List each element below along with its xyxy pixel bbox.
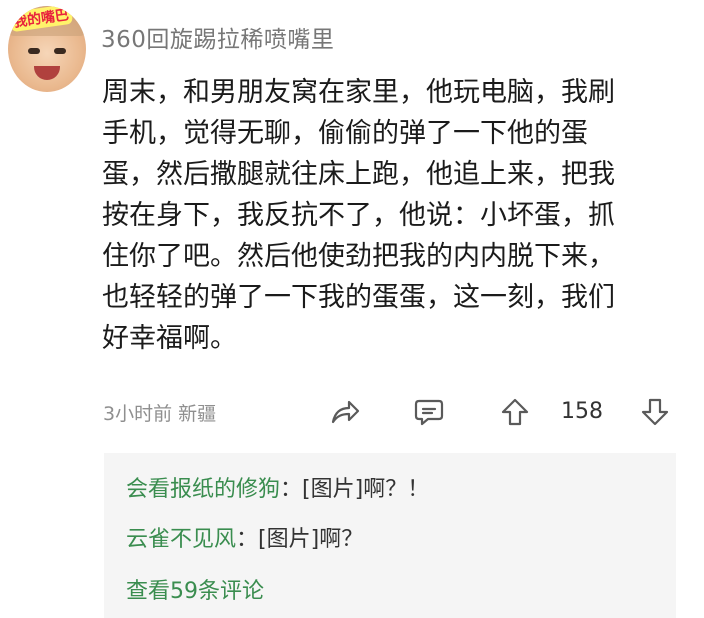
comment-separator: ： bbox=[280, 477, 303, 502]
post-line: 也轻轻的弹了一下我的蛋蛋，这一刻，我们 bbox=[102, 282, 615, 313]
post-line: 周末，和男朋友窝在家里，他玩电脑，我刷 bbox=[102, 77, 615, 108]
username[interactable]: 360回旋踢拉稀喷嘴里 bbox=[101, 20, 334, 54]
comment-author[interactable]: 会看报纸的修狗 bbox=[126, 477, 280, 502]
avatar-eye-left bbox=[28, 48, 40, 54]
downvote-button[interactable] bbox=[635, 393, 675, 431]
comment-separator: ： bbox=[236, 527, 259, 552]
post-action-bar: 3小时前 新疆 158 bbox=[103, 393, 673, 431]
comment-button[interactable] bbox=[409, 393, 449, 431]
arrow-up-icon bbox=[501, 398, 529, 426]
post-line: 住你了吧。然后他使劲把我的内内脱下来， bbox=[102, 241, 615, 272]
avatar-mouth bbox=[34, 66, 60, 80]
vote-count: 158 bbox=[561, 399, 603, 424]
comment-item[interactable]: 会看报纸的修狗：[图片]啊？！ bbox=[126, 471, 429, 503]
post-line: 手机，觉得无聊，偷偷的弹了一下他的蛋 bbox=[102, 118, 588, 149]
comment-text: [图片]啊？ bbox=[258, 527, 364, 552]
comment-author[interactable]: 云雀不见风 bbox=[126, 527, 236, 552]
post-line: 蛋，然后撒腿就往床上跑，他追上来，把我 bbox=[102, 159, 615, 190]
view-all-comments-link[interactable]: 查看59条评论 bbox=[126, 573, 264, 605]
comments-preview: 会看报纸的修狗：[图片]啊？！ 云雀不见风：[图片]啊？ 查看59条评论 bbox=[104, 453, 676, 618]
post-location: 新疆 bbox=[178, 403, 217, 425]
comment-bubble-icon bbox=[414, 399, 444, 426]
upvote-button[interactable] bbox=[495, 393, 535, 431]
share-button[interactable] bbox=[325, 393, 365, 431]
comment-item[interactable]: 云雀不见风：[图片]啊？ bbox=[126, 521, 363, 553]
share-arrow-icon bbox=[331, 400, 360, 424]
post-line: 好幸福啊。 bbox=[102, 323, 237, 354]
post-body: 周末，和男朋友窝在家里，他玩电脑，我刷 手机，觉得无聊，偷偷的弹了一下他的蛋 蛋… bbox=[102, 72, 684, 359]
user-avatar[interactable]: 我的嘴巴 bbox=[8, 6, 86, 92]
comment-text: [图片]啊？！ bbox=[302, 477, 430, 502]
arrow-down-icon bbox=[641, 398, 669, 426]
post-line: 按在身下，我反抗不了，他说：小坏蛋，抓 bbox=[102, 200, 615, 231]
avatar-eye-right bbox=[54, 48, 66, 54]
post-meta: 3小时前 新疆 bbox=[103, 399, 216, 426]
post-time: 3小时前 bbox=[103, 403, 173, 425]
